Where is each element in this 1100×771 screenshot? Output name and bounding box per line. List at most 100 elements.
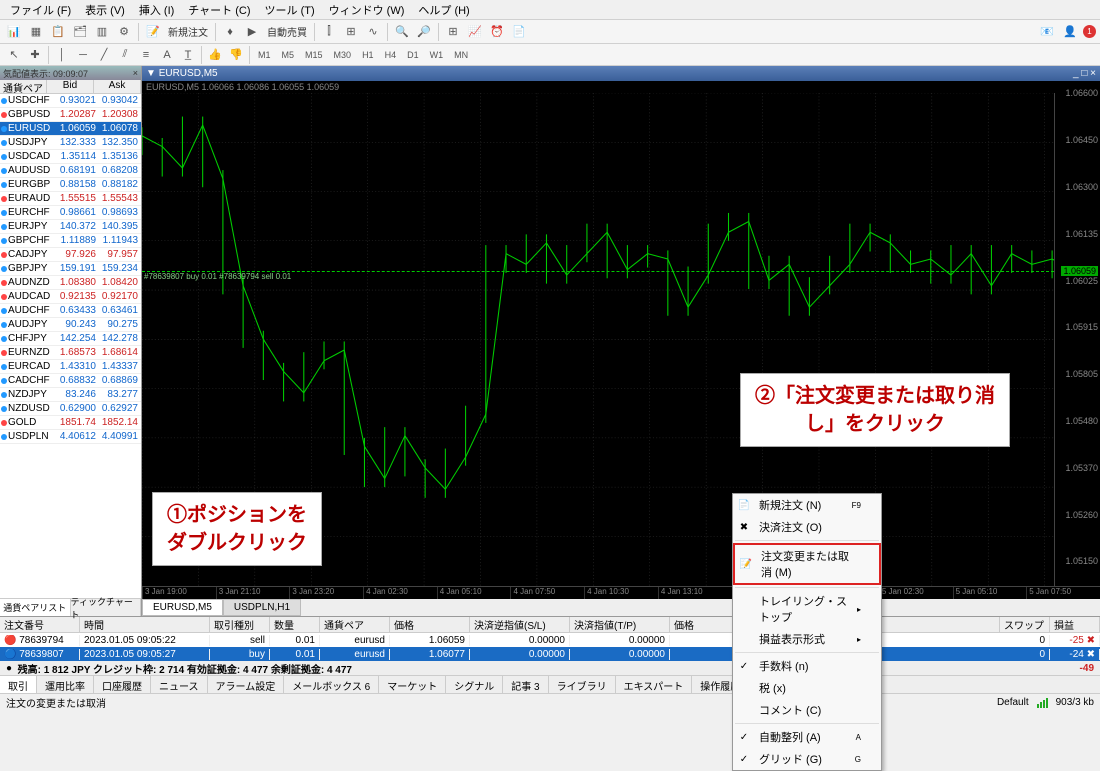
- symbol-row[interactable]: AUDCAD 0.92135 0.92170: [0, 290, 141, 304]
- metaquotes-icon[interactable]: ♦: [220, 22, 240, 42]
- terminal-tab[interactable]: マーケット: [379, 676, 446, 693]
- symbol-row[interactable]: AUDCHF 0.63433 0.63461: [0, 304, 141, 318]
- new-order-icon[interactable]: 📝: [143, 22, 163, 42]
- menu-item[interactable]: ファイル (F): [4, 0, 77, 20]
- symbol-row[interactable]: GBPCHF 1.11889 1.11943: [0, 234, 141, 248]
- menu-item[interactable]: 表示 (V): [79, 0, 131, 20]
- text-icon[interactable]: A: [157, 45, 177, 65]
- symbol-row[interactable]: GOLD 1851.74 1852.14: [0, 416, 141, 430]
- menu-item[interactable]: ツール (T): [259, 0, 321, 20]
- timeframe-M15[interactable]: M15: [300, 47, 328, 63]
- timeframe-M5[interactable]: M5: [277, 47, 300, 63]
- terminal-tab[interactable]: メールボックス 6: [284, 676, 379, 693]
- terminal-tab[interactable]: アラーム設定: [208, 676, 285, 693]
- tile-icon[interactable]: ⊞: [443, 22, 463, 42]
- chart-tab-usdpln[interactable]: USDPLN,H1: [223, 599, 301, 616]
- terminal-tab[interactable]: エキスパート: [616, 676, 693, 693]
- trade-row[interactable]: 🔵 786398072023.01.05 09:05:27 buy0.01 eu…: [0, 647, 1100, 661]
- close-icon[interactable]: ×: [133, 68, 138, 78]
- ctx-item[interactable]: コメント (C): [733, 699, 881, 721]
- trade-row[interactable]: 🔴 786397942023.01.05 09:05:22 sell0.01 e…: [0, 633, 1100, 647]
- ctx-item[interactable]: ✖決済注文 (O): [733, 516, 881, 538]
- terminal-tab[interactable]: シグナル: [446, 676, 503, 693]
- symbol-row[interactable]: CHFJPY 142.254 142.278: [0, 332, 141, 346]
- channel-icon[interactable]: ⫽: [115, 45, 135, 65]
- ctx-item[interactable]: ✓手数料 (n): [733, 655, 881, 677]
- maximize-icon[interactable]: □: [1081, 68, 1087, 79]
- timeframe-M1[interactable]: M1: [253, 47, 276, 63]
- symbol-row[interactable]: NZDUSD 0.62900 0.62927: [0, 402, 141, 416]
- close-icon[interactable]: ×: [1090, 68, 1096, 79]
- timeframe-H1[interactable]: H1: [357, 47, 379, 63]
- terminal-tab[interactable]: 取引: [0, 676, 37, 693]
- terminal-tab[interactable]: 記事 3: [503, 676, 548, 693]
- symbol-row[interactable]: AUDJPY 90.243 90.275: [0, 318, 141, 332]
- symbol-row[interactable]: EURAUD 1.55515 1.55543: [0, 192, 141, 206]
- symbol-row[interactable]: USDJPY 132.333 132.350: [0, 136, 141, 150]
- navigator-icon[interactable]: 🗂: [70, 22, 90, 42]
- menu-item[interactable]: ヘルプ (H): [412, 0, 475, 20]
- ctx-item[interactable]: ✓自動整列 (A)A: [733, 726, 881, 748]
- ctx-item[interactable]: トレイリング・ストップ▸: [733, 590, 881, 628]
- terminal-tab[interactable]: 運用比率: [37, 676, 94, 693]
- crosshair-icon[interactable]: ✚: [25, 45, 45, 65]
- candle-chart-icon[interactable]: ⊞: [341, 22, 361, 42]
- indicators-icon[interactable]: 📈: [465, 22, 485, 42]
- timeframe-M30[interactable]: M30: [329, 47, 357, 63]
- fibo-icon[interactable]: ≡: [136, 45, 156, 65]
- minimize-icon[interactable]: _: [1073, 68, 1079, 79]
- terminal-tab[interactable]: ライブラリ: [549, 676, 616, 693]
- arrow-down-icon[interactable]: 👎: [226, 45, 246, 65]
- zoom-in-icon[interactable]: 🔍: [392, 22, 412, 42]
- market-watch-icon[interactable]: 📋: [48, 22, 68, 42]
- terminal-tab[interactable]: ニュース: [151, 676, 208, 693]
- terminal-tab[interactable]: 口座履歴: [94, 676, 151, 693]
- tab-tick[interactable]: ティックチャート: [71, 599, 142, 616]
- chart-canvas[interactable]: #78639807 buy 0.01 #78639794 sell 0.01 1…: [142, 93, 1100, 586]
- menu-item[interactable]: チャート (C): [182, 0, 256, 20]
- vertical-line-icon[interactable]: │: [52, 45, 72, 65]
- menu-item[interactable]: 挿入 (I): [133, 0, 180, 20]
- symbol-row[interactable]: CADCHF 0.68832 0.68869: [0, 374, 141, 388]
- symbol-row[interactable]: EURGBP 0.88158 0.88182: [0, 178, 141, 192]
- autotrading-icon[interactable]: ▶: [242, 22, 262, 42]
- timeframe-W1[interactable]: W1: [425, 47, 449, 63]
- line-chart-icon[interactable]: ∿: [363, 22, 383, 42]
- profiles-icon[interactable]: ▦: [26, 22, 46, 42]
- trendline-icon[interactable]: ╱: [94, 45, 114, 65]
- new-order-label[interactable]: 新規注文: [165, 24, 211, 39]
- timeframe-D1[interactable]: D1: [402, 47, 424, 63]
- messages-icon[interactable]: 📧: [1037, 22, 1057, 42]
- ctx-item[interactable]: ✓グリッド (G)G: [733, 748, 881, 770]
- symbol-row[interactable]: CADJPY 97.926 97.957: [0, 248, 141, 262]
- ctx-item[interactable]: 損益表示形式▸: [733, 628, 881, 650]
- text-label-icon[interactable]: T̲: [178, 45, 198, 65]
- cursor-icon[interactable]: ↖: [4, 45, 24, 65]
- chart-tab-eurusd[interactable]: EURUSD,M5: [142, 599, 223, 616]
- zoom-out-icon[interactable]: 🔎: [414, 22, 434, 42]
- timeframe-H4[interactable]: H4: [380, 47, 402, 63]
- new-chart-icon[interactable]: 📊: [4, 22, 24, 42]
- symbol-row[interactable]: AUDUSD 0.68191 0.68208: [0, 164, 141, 178]
- symbol-row[interactable]: USDCHF 0.93021 0.93042: [0, 94, 141, 108]
- symbol-row[interactable]: USDCAD 1.35114 1.35136: [0, 150, 141, 164]
- symbol-row[interactable]: USDPLN 4.40612 4.40991: [0, 430, 141, 444]
- bar-chart-icon[interactable]: ⫿: [319, 22, 339, 42]
- symbol-row[interactable]: EURCHF 0.98661 0.98693: [0, 206, 141, 220]
- symbol-row[interactable]: GBPUSD 1.20287 1.20308: [0, 108, 141, 122]
- timeframe-MN[interactable]: MN: [449, 47, 473, 63]
- terminal-icon[interactable]: ▥: [92, 22, 112, 42]
- menu-item[interactable]: ウィンドウ (W): [323, 0, 411, 20]
- ctx-item[interactable]: 税 (x): [733, 677, 881, 699]
- horizontal-line-icon[interactable]: ─: [73, 45, 93, 65]
- symbol-row[interactable]: EURCAD 1.43310 1.43337: [0, 360, 141, 374]
- periods-icon[interactable]: ⏰: [487, 22, 507, 42]
- symbol-row[interactable]: EURJPY 140.372 140.395: [0, 220, 141, 234]
- symbol-row[interactable]: NZDJPY 83.246 83.277: [0, 388, 141, 402]
- symbol-row[interactable]: AUDNZD 1.08380 1.08420: [0, 276, 141, 290]
- symbol-row[interactable]: GBPJPY 159.191 159.234: [0, 262, 141, 276]
- arrow-up-icon[interactable]: 👍: [205, 45, 225, 65]
- symbol-row[interactable]: EURNZD 1.68573 1.68614: [0, 346, 141, 360]
- ctx-item[interactable]: 📝注文変更または取消 (M): [733, 543, 881, 585]
- templates-icon[interactable]: 📄: [509, 22, 529, 42]
